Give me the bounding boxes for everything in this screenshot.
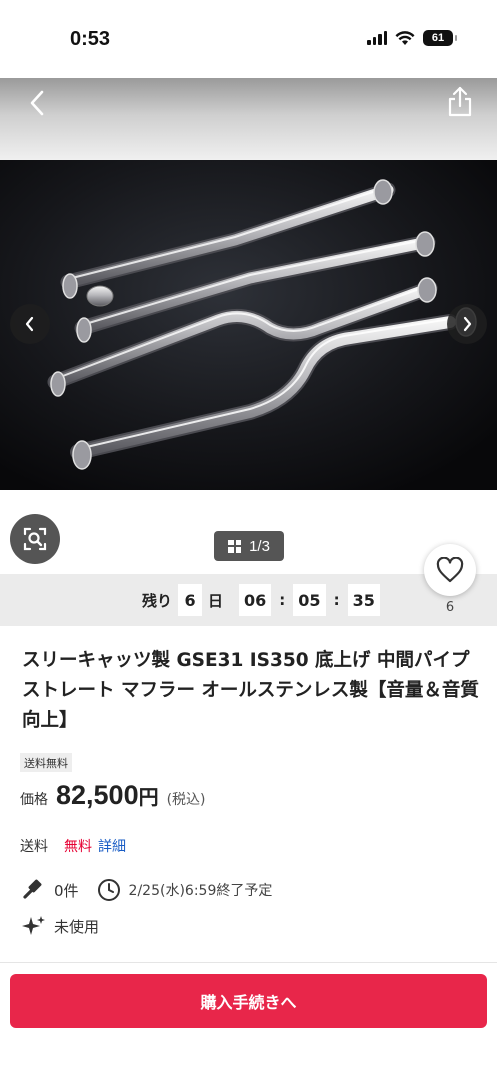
wifi-icon: [395, 30, 415, 45]
carousel-next-button[interactable]: [447, 304, 487, 344]
clock-icon: [97, 878, 121, 902]
countdown-day-unit: 日: [208, 591, 224, 610]
image-search-button[interactable]: [10, 514, 60, 564]
shipping-detail-link[interactable]: 詳細: [98, 836, 126, 856]
countdown-days: 6: [178, 584, 203, 616]
heart-icon: [436, 557, 464, 583]
back-button[interactable]: [22, 88, 52, 118]
status-bar: 0:53 61: [0, 0, 497, 78]
countdown-hours: 06: [239, 584, 272, 616]
battery-icon: 61: [423, 30, 457, 46]
gavel-icon: [22, 878, 46, 902]
image-search-icon: [23, 527, 47, 551]
countdown-separator: :: [279, 591, 286, 609]
purchase-button[interactable]: 購入手続きへ: [10, 974, 487, 1028]
condition-text: 未使用: [54, 917, 100, 936]
chevron-left-icon: [30, 90, 44, 116]
price-row: 価格 82,500 円 (税込): [20, 780, 206, 811]
shipping-value: 無料: [64, 839, 92, 855]
price-label: 価格: [20, 792, 48, 808]
exhaust-pipes-photo: [0, 160, 497, 490]
countdown-minutes: 05: [293, 584, 326, 616]
countdown-label: 残り: [142, 591, 173, 610]
free-shipping-badge: 送料無料: [20, 753, 72, 772]
share-icon: [448, 86, 472, 117]
chevron-left-icon: [25, 316, 34, 332]
condition-row: 未使用: [22, 914, 99, 938]
bid-count: 0件: [54, 881, 79, 900]
auction-meta-row: 0件 2/25(水)6:59終了予定: [22, 878, 272, 902]
signal-icon: [367, 31, 387, 45]
like-count: 6: [445, 600, 455, 615]
carousel-prev-button[interactable]: [10, 304, 50, 344]
grid-icon: [228, 539, 242, 553]
product-title: スリーキャッツ製 GSE31 IS350 底上げ 中間パイプ ストレート マフラ…: [22, 650, 479, 731]
gallery-page-text: 1/3: [249, 537, 270, 555]
countdown: 残り 6 日 06 : 05 : 35: [142, 584, 380, 616]
chevron-right-icon: [463, 316, 472, 332]
shipping-row: 送料 無料 詳細: [20, 836, 126, 856]
product-image[interactable]: [0, 160, 497, 490]
shipping-label: 送料: [20, 839, 48, 855]
like-button[interactable]: [424, 544, 476, 596]
countdown-separator: :: [333, 591, 340, 609]
sparkle-icon: [22, 914, 46, 938]
end-time: 2/25(水)6:59終了予定: [128, 883, 273, 899]
price-currency: 円: [138, 785, 159, 809]
countdown-bar: 残り 6 日 06 : 05 : 35: [0, 574, 497, 626]
divider: [0, 962, 497, 963]
header-bar: [0, 78, 497, 160]
status-icons: 61: [367, 30, 457, 46]
share-button[interactable]: [445, 86, 475, 118]
countdown-seconds: 35: [347, 584, 380, 616]
tax-note: (税込): [166, 792, 206, 808]
gallery-page-indicator[interactable]: 1/3: [214, 531, 284, 561]
price-value: 82,500: [56, 780, 139, 810]
status-time: 0:53: [70, 28, 111, 50]
